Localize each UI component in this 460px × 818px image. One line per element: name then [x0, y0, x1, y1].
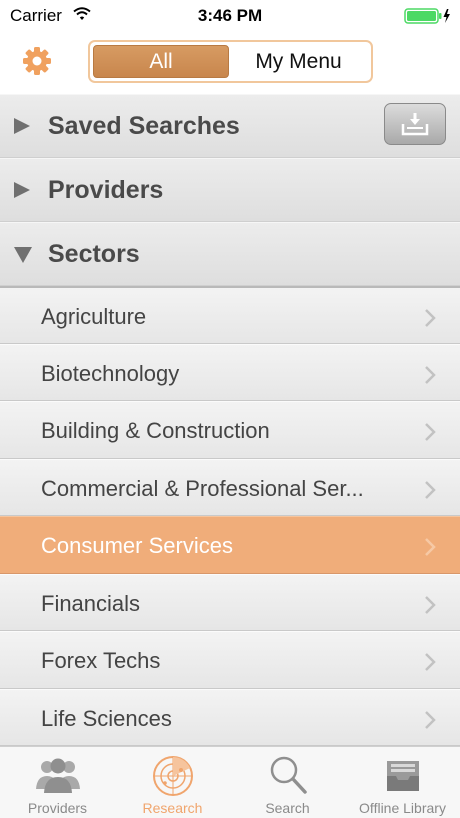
- chevron-right-icon: [425, 309, 436, 327]
- list-item-label: Financials: [41, 590, 141, 616]
- sector-item-forex-techs[interactable]: Forex Techs: [0, 631, 460, 689]
- sector-item-financials[interactable]: Financials: [0, 573, 460, 631]
- section-label: Sectors: [48, 240, 140, 268]
- section-saved-searches[interactable]: Saved Searches: [0, 94, 460, 158]
- chevron-right-icon: [425, 538, 436, 556]
- list-item-label: Consumer Services: [41, 533, 233, 558]
- battery-icon: [404, 8, 452, 29]
- tab-label: Offline Library: [359, 800, 446, 816]
- section-label: Saved Searches: [48, 112, 240, 140]
- section-sectors[interactable]: Sectors: [0, 222, 460, 286]
- tab-label: Research: [142, 800, 203, 816]
- disclosure-right-icon: [14, 118, 30, 134]
- list-item-label: Commercial & Professional Ser...: [41, 475, 364, 501]
- list-item-label: Building & Construction: [41, 418, 270, 443]
- list-item-label: Agriculture: [41, 304, 147, 329]
- chevron-right-icon: [425, 423, 436, 441]
- chevron-right-icon: [425, 653, 436, 671]
- section-providers[interactable]: Providers: [0, 158, 460, 222]
- tab-label: Providers: [27, 800, 88, 816]
- download-button[interactable]: [384, 103, 446, 145]
- sector-item-agriculture[interactable]: Agriculture: [0, 286, 460, 344]
- people-icon: [34, 755, 82, 800]
- tab-bar: Providers Research Search Offline Librar…: [0, 746, 460, 818]
- chevron-right-icon: [425, 710, 436, 729]
- list-item-label: Biotechnology: [41, 360, 180, 386]
- clock-label: 3:46 PM: [197, 6, 263, 25]
- sector-item-life-sciences[interactable]: Life Sciences: [0, 688, 460, 746]
- magnifier-icon: [268, 755, 308, 800]
- download-tray-icon: [401, 113, 429, 136]
- chevron-right-icon: [425, 365, 436, 384]
- list-item-label: Life Sciences: [41, 705, 172, 731]
- inbox-tray-icon: [383, 755, 423, 800]
- menu-list: Saved Searches Providers Sectors Agricul…: [0, 94, 460, 746]
- tab-search[interactable]: Search: [230, 747, 345, 818]
- chevron-right-icon: [425, 595, 436, 614]
- sector-item-building-construction[interactable]: Building & Construction: [0, 401, 460, 459]
- tab-offline-library[interactable]: Offline Library: [345, 747, 460, 818]
- radar-icon: [152, 755, 194, 802]
- header-bar: All My Menu: [0, 34, 460, 94]
- tab-research[interactable]: Research: [115, 747, 230, 818]
- section-label: Providers: [48, 176, 164, 204]
- sector-item-biotechnology[interactable]: Biotechnology: [0, 343, 460, 401]
- sector-item-consumer-services[interactable]: Consumer Services: [0, 516, 460, 574]
- gear-icon[interactable]: [22, 46, 52, 81]
- status-bar: Carrier 3:46 PM: [0, 0, 460, 34]
- menu-segmented-control: All My Menu: [88, 40, 373, 83]
- segment-all[interactable]: All: [93, 45, 229, 78]
- tab-label: Search: [265, 800, 310, 816]
- disclosure-down-icon: [14, 247, 32, 263]
- list-item-label: Forex Techs: [41, 648, 161, 673]
- tab-providers[interactable]: Providers: [0, 747, 115, 818]
- segment-my-menu[interactable]: My Menu: [229, 45, 368, 78]
- chevron-right-icon: [425, 480, 436, 499]
- sector-item-commercial-professional[interactable]: Commercial & Professional Ser...: [0, 458, 460, 516]
- disclosure-right-icon: [14, 182, 30, 198]
